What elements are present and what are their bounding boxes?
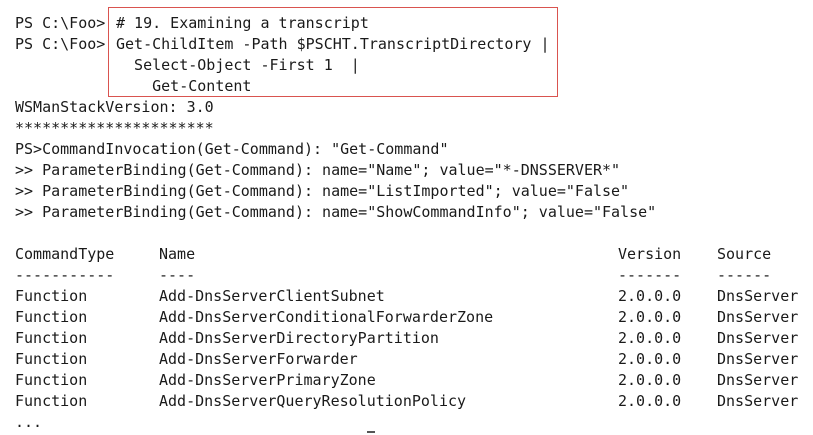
text-cursor <box>367 431 375 433</box>
table-underline-source: ------ <box>717 266 772 284</box>
table-underline-name: ---- <box>159 266 196 284</box>
prompt-line-1: PS C:\Foo> # 19. Examining a transcript <box>15 13 369 34</box>
table-underline-commandtype: ----------- <box>15 266 115 284</box>
table-cell-source: DnsServer <box>717 392 799 410</box>
table-header-name: Name <box>159 245 196 263</box>
table-cell-commandtype: Function <box>15 371 88 389</box>
output-line-param-listimported: >> ParameterBinding(Get-Command): name="… <box>15 182 630 200</box>
prompt-line-2: PS C:\Foo> Get-ChildItem -Path $PSCHT.Tra… <box>15 34 549 55</box>
table-cell-version: 2.0.0.0 <box>618 329 682 347</box>
table-cell-name: Add-DnsServerDirectoryPartition <box>159 329 439 347</box>
table-cell-source: DnsServer <box>717 329 799 347</box>
table-cell-commandtype: Function <box>15 392 88 410</box>
command-highlight-box <box>108 7 558 97</box>
table-cell-version: 2.0.0.0 <box>618 350 682 368</box>
output-line-param-showcommandinfo: >> ParameterBinding(Get-Command): name="… <box>15 203 657 221</box>
table-cell-version: 2.0.0.0 <box>618 392 682 410</box>
table-cell-name: Add-DnsServerConditionalForwarderZone <box>159 308 494 326</box>
output-line-command-invocation: PS>CommandInvocation(Get-Command): "Get-… <box>15 140 449 158</box>
table-cell-version: 2.0.0.0 <box>618 371 682 389</box>
prompt-text: PS C:\Foo> <box>15 35 106 53</box>
table-underline-version: ------- <box>618 266 682 284</box>
table-cell-version: 2.0.0.0 <box>618 308 682 326</box>
table-header-commandtype: CommandType <box>15 245 115 263</box>
table-cell-source: DnsServer <box>717 350 799 368</box>
table-cell-name: Add-DnsServerForwarder <box>159 350 358 368</box>
table-cell-version: 2.0.0.0 <box>618 287 682 305</box>
prompt-text: PS C:\Foo> <box>15 14 106 32</box>
table-cell-source: DnsServer <box>717 371 799 389</box>
output-line-wsman: WSManStackVersion: 3.0 <box>15 98 214 116</box>
table-cell-source: DnsServer <box>717 287 799 305</box>
table-cell-source: DnsServer <box>717 308 799 326</box>
table-cell-commandtype: Function <box>15 329 88 347</box>
table-ellipsis: ... <box>15 413 43 431</box>
table-cell-name: Add-DnsServerPrimaryZone <box>159 371 376 389</box>
table-cell-commandtype: Function <box>15 308 88 326</box>
table-cell-commandtype: Function <box>15 287 88 305</box>
output-line-separator: ********************** <box>15 119 214 137</box>
table-cell-name: Add-DnsServerClientSubnet <box>159 287 385 305</box>
table-cell-commandtype: Function <box>15 350 88 368</box>
output-line-param-name: >> ParameterBinding(Get-Command): name="… <box>15 161 621 179</box>
table-header-source: Source <box>717 245 772 263</box>
table-header-version: Version <box>618 245 682 263</box>
table-cell-name: Add-DnsServerQueryResolutionPolicy <box>159 392 467 410</box>
